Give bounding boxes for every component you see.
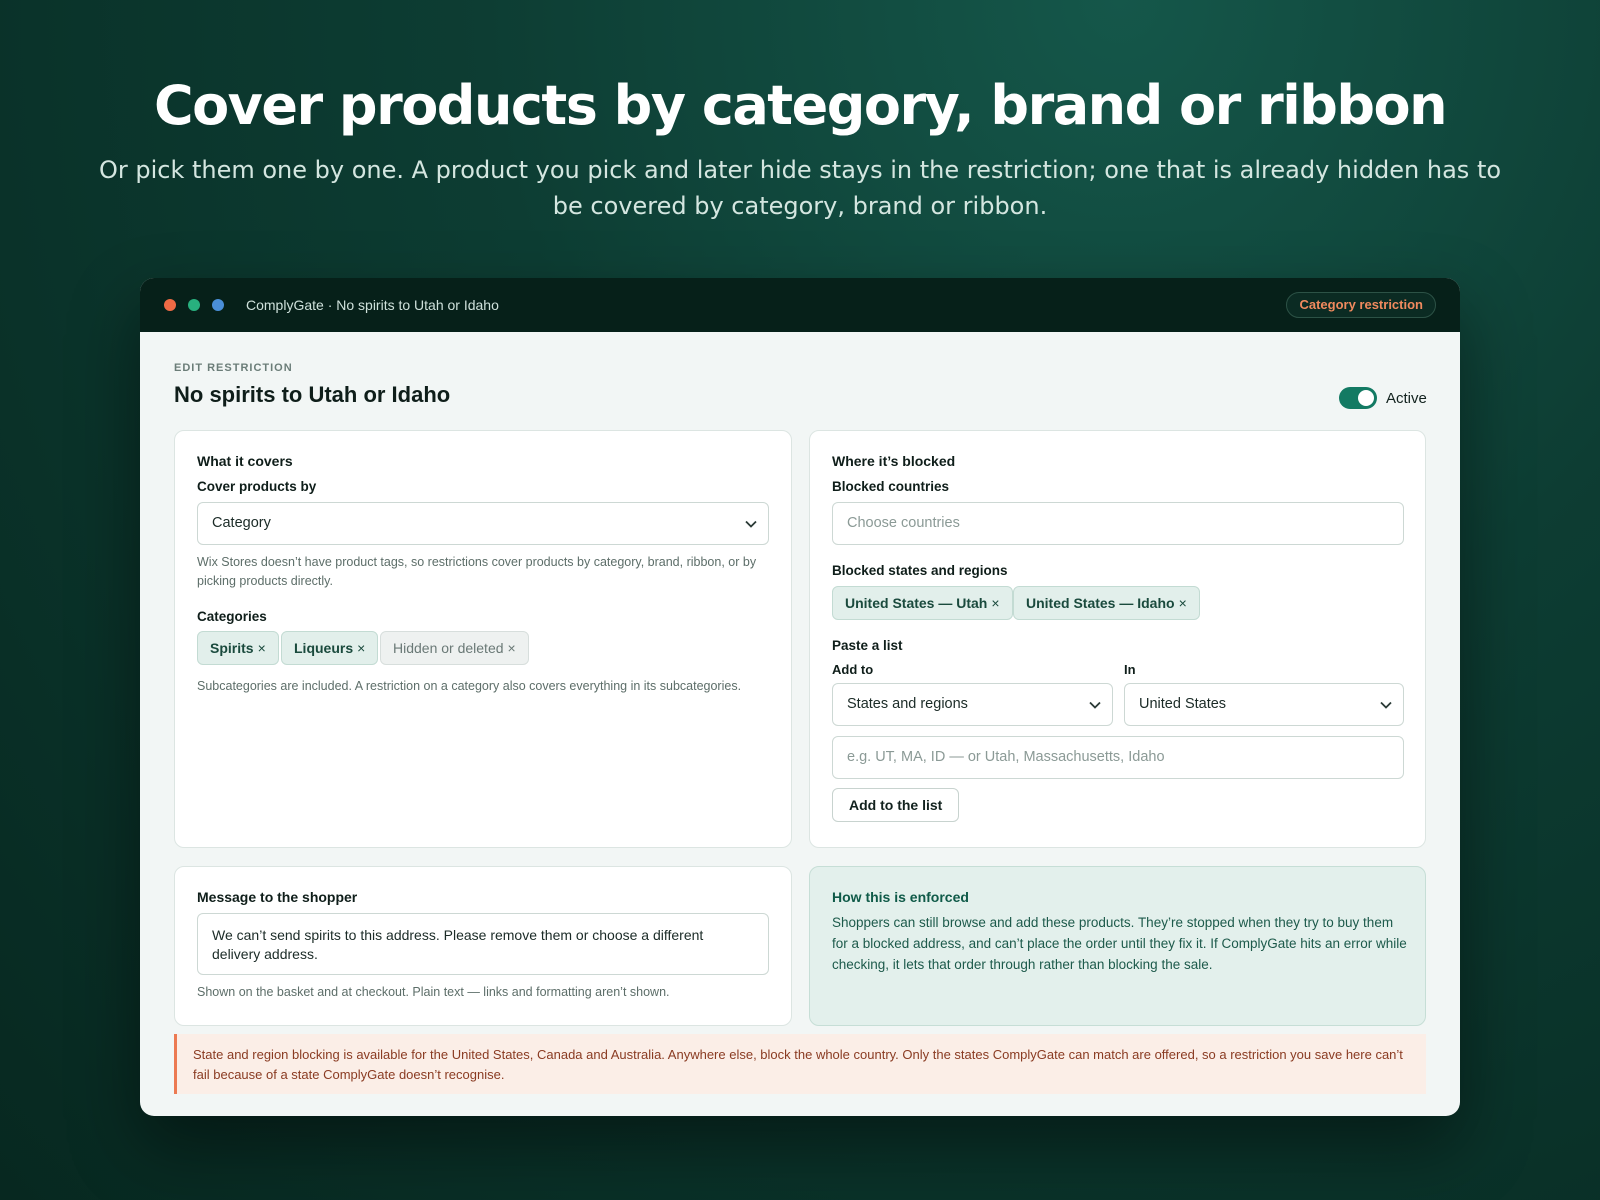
maximize-window-dot[interactable] xyxy=(212,299,224,311)
add-to-select[interactable]: States and regions xyxy=(832,683,1113,726)
categories-help: Subcategories are included. A restrictio… xyxy=(197,679,742,693)
chip-label: Liqueurs xyxy=(294,640,354,656)
chip-label: Spirits xyxy=(210,640,254,656)
cover-by-select[interactable]: Category xyxy=(197,502,769,545)
add-to-list-button[interactable]: Add to the list xyxy=(832,788,960,822)
where-blocked-card: Where it’s blocked Blocked countries Cho… xyxy=(809,430,1426,848)
country-select[interactable]: United States xyxy=(1124,683,1404,726)
paste-list-input[interactable]: e.g. UT, MA, ID — or Utah, Massachusetts… xyxy=(832,736,1404,779)
category-chip-spirits[interactable]: Spirits × xyxy=(197,631,279,665)
close-icon[interactable]: × xyxy=(991,595,999,611)
card-heading: Where it’s blocked xyxy=(832,453,956,469)
chip-label: United States — Idaho xyxy=(1026,595,1175,611)
close-icon[interactable]: × xyxy=(1179,595,1187,611)
enforcement-description: Shoppers can still browse and add these … xyxy=(832,915,1407,972)
toggle-knob xyxy=(1358,390,1374,406)
cover-by-label: Cover products by xyxy=(197,479,317,494)
blocked-countries-input[interactable]: Choose countries xyxy=(832,502,1404,545)
country-value: United States xyxy=(1139,696,1227,712)
page-title: No spirits to Utah or Idaho xyxy=(174,382,451,407)
chevron-down-icon xyxy=(745,520,757,528)
what-it-covers-card: What it covers Cover products by Categor… xyxy=(174,430,792,848)
close-icon[interactable]: × xyxy=(508,640,516,656)
notice-text: State and region blocking is available f… xyxy=(193,1047,1403,1082)
active-toggle-label: Active xyxy=(1386,390,1427,407)
hero-title: Cover products by category, brand or rib… xyxy=(153,74,1448,137)
category-chip-hidden-or-deleted[interactable]: Hidden or deleted × xyxy=(380,631,529,665)
active-toggle[interactable] xyxy=(1339,387,1377,409)
shopper-message-card: Message to the shopper We can’t send spi… xyxy=(174,866,792,1026)
region-chip-idaho[interactable]: United States — Idaho × xyxy=(1013,586,1200,620)
restriction-type-badge: Category restriction xyxy=(1286,292,1436,318)
minimize-window-dot[interactable] xyxy=(188,299,200,311)
in-label: In xyxy=(1124,662,1136,677)
region-support-notice: State and region blocking is available f… xyxy=(174,1034,1426,1094)
close-window-dot[interactable] xyxy=(164,299,176,311)
paste-list-label: Paste a list xyxy=(832,638,903,653)
window-titlebar: ComplyGate · No spirits to Utah or Idaho… xyxy=(140,278,1460,332)
card-heading: Message to the shopper xyxy=(197,889,358,905)
window-title: ComplyGate · No spirits to Utah or Idaho xyxy=(246,297,499,313)
chevron-down-icon xyxy=(1380,701,1392,709)
close-icon[interactable]: × xyxy=(258,640,266,656)
add-to-label: Add to xyxy=(832,662,874,677)
app-window: ComplyGate · No spirits to Utah or Idaho… xyxy=(140,278,1460,1116)
card-heading: What it covers xyxy=(197,453,293,469)
cover-by-help: Wix Stores doesn’t have product tags, so… xyxy=(197,555,757,588)
shopper-message-help: Shown on the basket and at checkout. Pla… xyxy=(197,985,670,999)
categories-label: Categories xyxy=(197,609,267,624)
card-heading: How this is enforced xyxy=(832,889,969,905)
close-icon[interactable]: × xyxy=(357,640,365,656)
region-chip-utah[interactable]: United States — Utah × xyxy=(832,586,1013,620)
add-to-value: States and regions xyxy=(847,696,968,712)
shopper-message-textarea[interactable]: We can’t send spirits to this address. P… xyxy=(197,913,769,975)
hero-subtitle: Or pick them one by one. A product you p… xyxy=(98,156,1502,220)
cover-by-value: Category xyxy=(212,515,271,531)
enforcement-info-card: How this is enforced Shoppers can still … xyxy=(809,866,1426,1026)
blocked-regions-label: Blocked states and regions xyxy=(832,563,1008,578)
category-chip-liqueurs[interactable]: Liqueurs × xyxy=(281,631,379,665)
chevron-down-icon xyxy=(1089,701,1101,709)
edit-restriction-page: EDIT RESTRICTION No spirits to Utah or I… xyxy=(140,332,1460,1116)
blocked-countries-label: Blocked countries xyxy=(832,479,950,494)
chip-label: United States — Utah xyxy=(845,595,988,611)
chip-label: Hidden or deleted xyxy=(393,640,504,656)
page-eyebrow: EDIT RESTRICTION xyxy=(174,362,293,374)
